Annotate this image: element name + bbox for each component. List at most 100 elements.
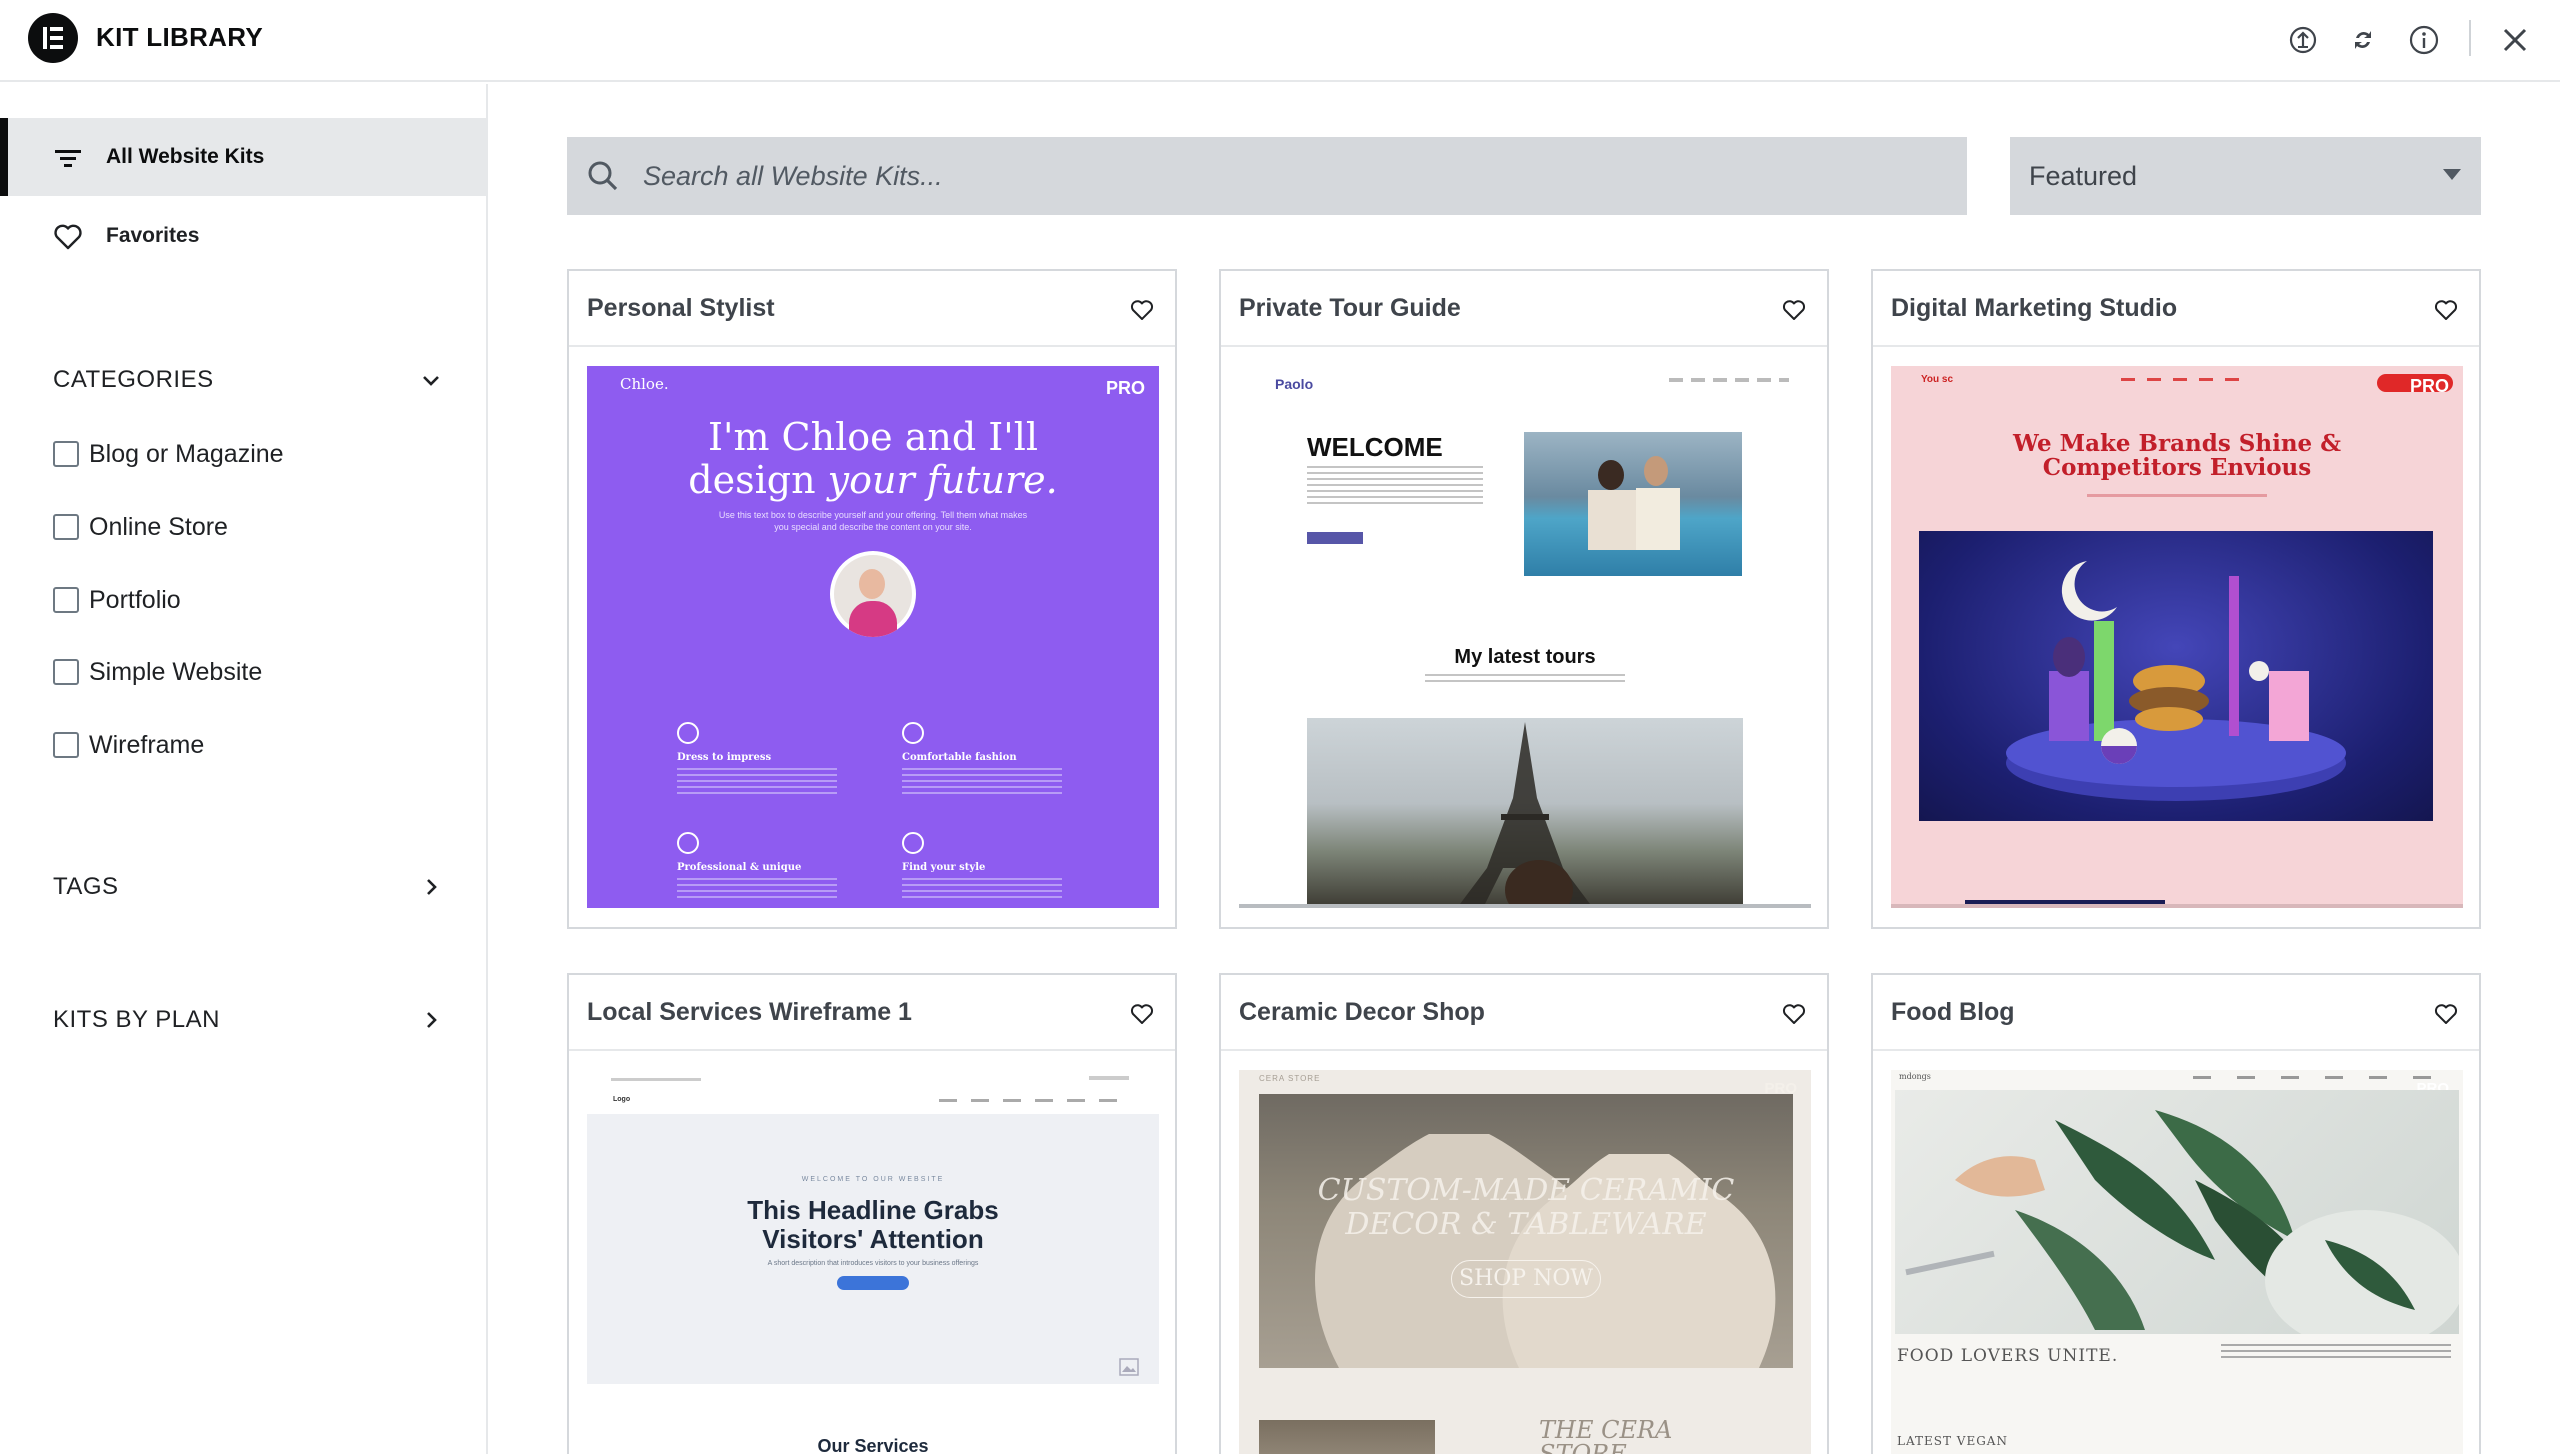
sidebar: All Website Kits Favorites CATEGORIES Bl… [0,84,488,1454]
preview-headline-line: design your future. [587,459,1159,502]
preview-subtext: Use this text box to describe yourself a… [718,510,1028,532]
preview-footer-title: THE CERA STORE [1539,1416,1673,1454]
feature-circle-icon [902,832,924,854]
favorite-heart-icon[interactable] [2433,1001,2459,1027]
kit-preview-image[interactable]: Paolo WELCOME My latest tours [1239,366,1811,908]
preview-scrollbar [1239,904,1811,908]
preview-hero-photo: CUSTOM-MADE CERAMIC DECOR & TABLEWARE SH… [1259,1094,1793,1368]
nav-favorites[interactable]: Favorites [0,197,486,275]
preview-headline-line: I'm Chloe and I'll [707,415,1038,459]
close-icon[interactable] [2495,20,2535,60]
kit-card-header: Digital Marketing Studio [1873,271,2479,347]
preview-text-placeholder [2221,1344,2451,1360]
checkbox[interactable] [53,732,79,758]
preview-latest: LATEST VEGAN [1897,1434,2008,1448]
preview-product-photo [1259,1420,1435,1454]
kit-card[interactable]: Local Services Wireframe 1 Logo WELCOME … [567,973,1177,1454]
preview-brand: Paolo [1275,376,1314,392]
preview-text-placeholder [1307,466,1483,506]
favorite-heart-icon[interactable] [1781,1001,1807,1027]
favorite-heart-icon[interactable] [1129,1001,1155,1027]
sort-selected-value: Featured [2029,160,2138,191]
preview-tagline: FOOD LOVERS UNITE. [1897,1346,2119,1366]
kit-title: Local Services Wireframe 1 [587,997,912,1026]
kit-preview-image[interactable]: Logo WELCOME TO OUR WEBSITE This Headlin… [587,1070,1159,1454]
categories-toggle[interactable]: CATEGORIES [53,360,443,400]
preview-headline-line: CUSTOM-MADE CERAMIC [1317,1173,1735,1208]
category-blog-or-magazine[interactable]: Blog or Magazine [53,434,284,474]
nav-all-website-kits[interactable]: All Website Kits [0,118,486,196]
preview-nav-placeholder [939,1099,1129,1102]
preview-welcome: WELCOME [1307,432,1443,462]
favorite-heart-icon[interactable] [1129,297,1155,323]
heart-icon [54,224,82,250]
preview-nav-placeholder [1669,378,1789,382]
preview-avatar [830,551,916,637]
tags-toggle[interactable]: TAGS [53,867,443,907]
filter-list-icon [55,150,81,167]
category-label: Online Store [89,512,228,541]
preview-photo-van [1524,432,1742,576]
kit-title: Digital Marketing Studio [1891,293,2178,322]
kit-card[interactable]: Digital Marketing Studio You sc PRO We M… [1871,269,2481,929]
kit-title: Ceramic Decor Shop [1239,997,1485,1026]
kit-card[interactable]: Ceramic Decor Shop CERA STORE PRO CUSTOM… [1219,973,1829,1454]
preview-headline: This Headline Grabs Visitors' Attention [587,1196,1159,1254]
category-simple-website[interactable]: Simple Website [53,652,262,692]
sync-icon[interactable] [2343,20,2383,60]
info-icon[interactable] [2404,20,2444,60]
feature-text-placeholder [902,878,1062,902]
kit-card-header: Private Tour Guide [1221,271,1827,347]
sort-select[interactable]: Featured [2010,137,2481,215]
preview-nav-placeholder [2193,1076,2443,1079]
category-label: Blog or Magazine [89,439,284,468]
kit-preview-image[interactable]: mdongs PRO FOOD LOVERS UNITE. LATEST VEG… [1891,1070,2463,1454]
image-placeholder-icon [1119,1358,1139,1376]
category-wireframe[interactable]: Wireframe [53,725,204,765]
chevron-down-icon [423,376,439,386]
preview-headline-line: We Make Brands Shine & [2013,430,2341,457]
kit-card-header: Ceramic Decor Shop [1221,975,1827,1051]
preview-brand: CERA STORE [1259,1074,1321,1083]
preview-shop-button: SHOP NOW [1451,1260,1601,1298]
kit-card-header: Personal Stylist [569,271,1175,347]
kits-by-plan-toggle[interactable]: KITS BY PLAN [53,1000,443,1040]
favorite-heart-icon[interactable] [2433,297,2459,323]
category-online-store[interactable]: Online Store [53,507,228,547]
kit-card[interactable]: Private Tour Guide Paolo WELCOME My late… [1219,269,1829,929]
checkbox[interactable] [53,659,79,685]
kit-title: Private Tour Guide [1239,293,1461,322]
preview-brand: You sc [1921,374,1954,385]
pro-badge: PRO [2409,376,2449,396]
search-input[interactable] [643,137,1943,215]
preview-3d-illustration [1919,531,2433,821]
category-label: Wireframe [89,730,205,759]
kit-preview-image[interactable]: Chloe. PRO I'm Chloe and I'll design you… [587,366,1159,908]
feature-text-placeholder [902,768,1062,798]
preview-photo-eiffel [1307,718,1743,908]
kit-card[interactable]: Food Blog mdongs PRO FOOD LOVERS UNITE. … [1871,973,2481,1454]
feature-circle-icon [902,722,924,744]
categories-heading: CATEGORIES [53,366,214,393]
upload-icon[interactable] [2283,20,2323,60]
preview-hero-photo [1895,1090,2463,1350]
feature-title: Find your style [902,862,986,873]
feature-text-placeholder [677,768,837,798]
kit-preview-image[interactable]: You sc PRO We Make Brands Shine & Compet… [1891,366,2463,908]
checkbox[interactable] [53,441,79,467]
kit-card-header: Local Services Wireframe 1 [569,975,1175,1051]
category-label: Simple Website [89,657,263,686]
preview-brand: Chloe. [620,375,669,393]
favorite-heart-icon[interactable] [1781,297,1807,323]
checkbox[interactable] [53,514,79,540]
preview-bottom-border [1891,904,2463,908]
kit-card[interactable]: Personal Stylist Chloe. PRO I'm Chloe an… [567,269,1177,929]
checkbox[interactable] [53,587,79,613]
preview-section-title: My latest tours [1454,646,1596,668]
category-label: Portfolio [89,585,181,614]
preview-hero: WELCOME TO OUR WEBSITE This Headline Gra… [587,1114,1159,1384]
preview-nav-placeholder [2121,378,2241,381]
category-portfolio[interactable]: Portfolio [53,580,181,620]
kit-preview-image[interactable]: CERA STORE PRO CUSTOM-MADE CERAMIC DECOR… [1239,1070,1811,1454]
feature-circle-icon [677,722,699,744]
